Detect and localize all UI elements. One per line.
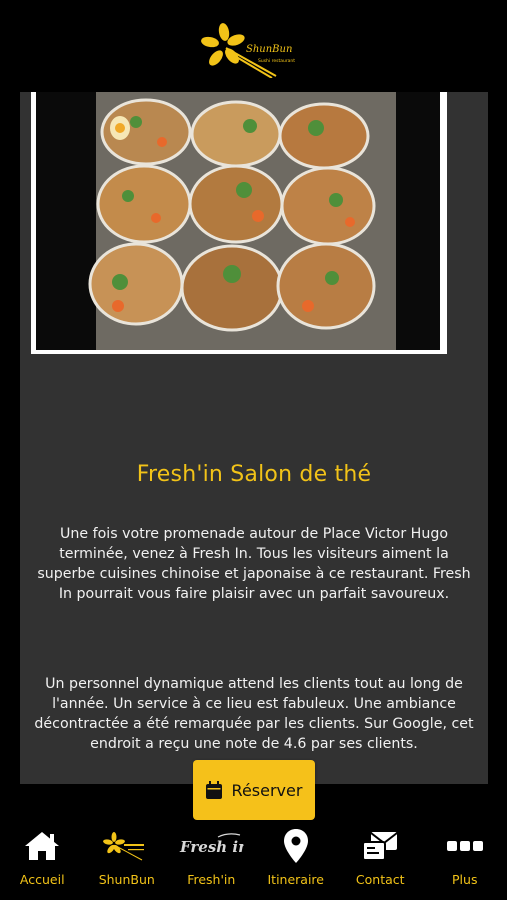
home-icon [24,828,60,864]
reserve-button[interactable]: Réserver [193,760,315,820]
tab-itineraire[interactable]: Itineraire [254,820,339,900]
tab-freshin[interactable]: Fresh in Fresh'in [169,820,254,900]
tab-label: Fresh'in [187,872,236,887]
freshin-logo-icon: Fresh in [178,828,244,864]
tab-label: Itineraire [267,872,324,887]
bottom-tab-bar: Accueil ShunBun Fresh in Fresh'in Itiner… [0,820,507,900]
logo-tagline: Sushi restaurant [258,58,295,64]
content-card: Fresh'in Salon de thé Une fois votre pro… [20,92,488,784]
tab-shunbun[interactable]: ShunBun [85,820,170,900]
restaurant-title: Fresh'in Salon de thé [136,462,372,487]
tab-plus[interactable]: Plus [423,820,507,900]
calendar-icon [205,781,222,799]
brand-logo[interactable]: ShunBun Sushi restaurant [196,18,312,79]
freshin-logo-text: Fresh in [179,838,244,856]
reserve-label: Réserver [231,780,303,800]
hero-image-frame [31,92,447,354]
tab-label: Accueil [19,872,65,887]
tab-accueil[interactable]: Accueil [0,820,85,900]
tab-label: ShunBun [98,872,155,887]
more-icon [446,828,483,864]
map-pin-icon [283,828,308,864]
app-screen: ShunBun Sushi restaurant Fresh'in Salon … [0,0,507,900]
tab-contact[interactable]: Contact [338,820,423,900]
logo-name: ShunBun [246,44,292,55]
tab-label: Contact [355,872,405,887]
contact-icon [361,828,399,864]
description-paragraph-2: Un personnel dynamique attend les client… [34,676,474,752]
tab-label: Plus [452,872,478,887]
shunbun-logo-icon [102,828,152,864]
description-paragraph-1: Une fois votre promenade autour de Place… [37,526,471,602]
hero-image [36,92,440,350]
